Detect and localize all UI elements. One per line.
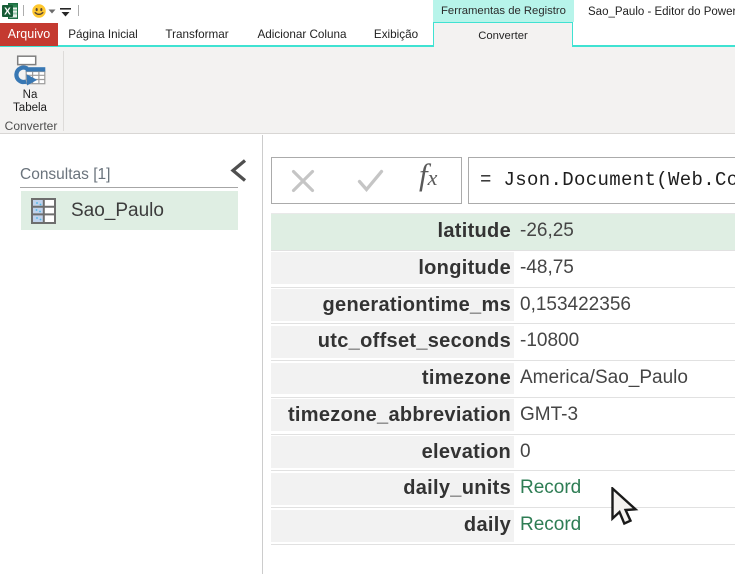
- svg-text:X: X: [4, 7, 11, 18]
